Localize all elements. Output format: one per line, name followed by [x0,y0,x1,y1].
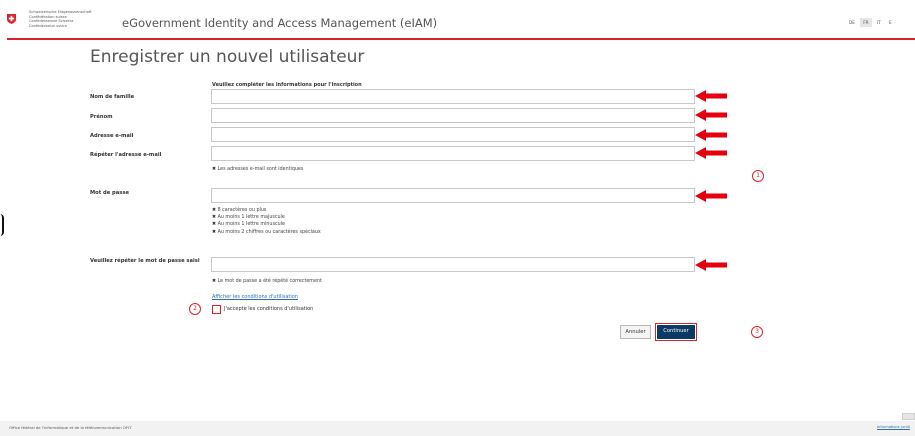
lang-en[interactable]: E [886,18,895,27]
language-switcher: DE FR IT E [846,18,896,27]
x-mark-icon: ✖ [212,222,217,228]
last-name-label: Nom de famille [90,94,135,100]
red-arrow-left-icon [695,147,727,159]
password-repeat-label: Veuillez répéter le mot de passe saisi [90,258,200,264]
red-arrow-left-icon [695,90,727,102]
confederation-line: Confederaziun svizra [29,23,67,28]
footer: Office fédéral de l'informatique et de l… [0,421,915,436]
footer-office-text: Office fédéral de l'informatique et de l… [9,425,132,430]
x-mark-icon: ✖ [212,167,217,172]
red-arrow-left-icon [695,129,727,141]
email-match-hint: ✖ Les adresses e-mail sont identiques [212,166,303,173]
header: Schweizerische Eidgenossenschaft Confédé… [0,0,915,40]
x-mark-icon: ✖ [212,279,217,284]
lang-fr[interactable]: FR [860,18,872,27]
left-edge-fragment [0,214,4,236]
x-mark-icon: ✖ [212,208,217,213]
swiss-cross-icon [7,14,16,24]
x-mark-icon: ✖ [212,229,217,235]
scroll-top-button[interactable] [902,413,915,420]
annotation-marker-1: 1 [752,170,764,182]
password-input[interactable] [211,188,695,203]
email-match-hint-text: Les adresses e-mail sont identiques [217,167,304,172]
password-repeat-input[interactable] [211,257,695,272]
lang-de[interactable]: DE [846,18,858,27]
legal-info-link[interactable]: Informations juridi [877,425,910,429]
email-label: Adresse e-mail [90,133,134,139]
password-repeat-hint: ✖ Le mot de passe a été répété correctem… [212,278,322,285]
password-label: Mot de passe [90,190,129,196]
continue-button[interactable]: Continuer [655,323,697,341]
annotation-marker-2: 2 [189,303,201,315]
email-repeat-label: Répéter l'adresse e-mail [90,152,162,158]
page-title: Enregistrer un nouvel utilisateur [90,47,365,67]
password-rule-text: Au moins 2 chiffres ou caractères spécia… [217,229,321,235]
terms-checkbox[interactable] [212,305,221,314]
terms-link[interactable]: Afficher les conditions d'utilisation [212,294,298,300]
email-input[interactable] [211,127,695,142]
password-rule: ✖ Au moins 1 lettre minuscule [212,221,321,228]
first-name-label: Prénom [90,114,113,120]
password-rule-text: Au moins 1 lettre minuscule [217,222,285,228]
continue-button-label: Continuer [657,325,695,339]
red-arrow-left-icon [695,259,727,271]
cancel-button[interactable]: Annuler [620,325,651,339]
password-rule: ✖ Au moins 1 lettre majuscule [212,214,321,221]
password-rule: ✖ 8 caractères ou plus [212,207,321,214]
first-name-input[interactable] [211,108,695,123]
red-arrow-left-icon [695,190,727,202]
lang-it[interactable]: IT [874,18,884,27]
last-name-input[interactable] [211,89,695,104]
red-arrow-left-icon [695,109,727,121]
password-rule: ✖ Au moins 2 chiffres ou caractères spéc… [212,229,321,236]
password-rule-text: 8 caractères ou plus [217,208,267,213]
confederation-line: Schweizerische Eidgenossenschaft [29,10,92,14]
x-mark-icon: ✖ [212,215,217,221]
app-title: eGovernment Identity and Access Manageme… [122,16,438,30]
header-divider [7,38,915,40]
form-subtitle: Veuillez compléter les informations pour… [212,82,362,88]
password-rules: ✖ 8 caractères ou plus ✖ Au moins 1 lett… [212,207,321,236]
password-repeat-hint-text: Le mot de passe a été répété correctemen… [217,279,322,284]
confederation-text: Schweizerische Eidgenossenschaft Confédé… [29,10,91,28]
password-rule-text: Au moins 1 lettre majuscule [217,215,285,221]
terms-checkbox-label[interactable]: J'accepte les conditions d'utilisation [224,306,313,312]
email-repeat-input[interactable] [211,146,695,161]
annotation-marker-3: 3 [751,326,763,338]
